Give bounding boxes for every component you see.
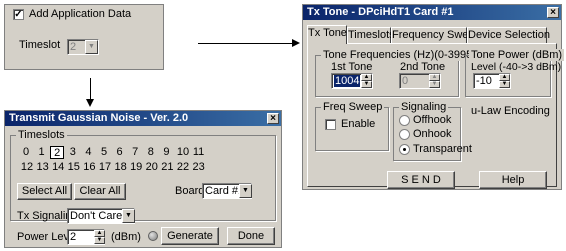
tone-frequencies-label: Tone Frequencies (Hz)(0-3995) xyxy=(321,49,478,61)
arrow-right-line xyxy=(198,43,293,44)
first-tone-label: 1st Tone xyxy=(331,61,373,73)
arrow-down-head xyxy=(86,99,94,107)
tx-signaling-value: Don't Care xyxy=(70,210,123,222)
enable-label: Enable xyxy=(341,118,376,130)
app-data-panel: ✓ Add Application Data Timeslot 2 ▼ xyxy=(4,4,164,70)
timeslot-cell[interactable]: 0 xyxy=(19,146,33,159)
level-value: -10 xyxy=(476,75,492,87)
timeslot-cell[interactable]: 3 xyxy=(66,146,80,159)
first-tone-up-icon[interactable]: ▲ xyxy=(361,74,372,81)
level-label: Level (-40->3 dBm) xyxy=(471,61,562,73)
timeslot-cell[interactable]: 1 xyxy=(35,146,49,159)
tab-device-selection-label: Device Selection xyxy=(468,29,550,41)
timeslot-cell[interactable]: 9 xyxy=(159,146,173,159)
level-up-icon[interactable]: ▲ xyxy=(499,74,510,81)
ulaw-encoding-label: u-Law Encoding xyxy=(471,105,550,117)
timeslot-cell[interactable]: 6 xyxy=(113,146,127,159)
timeslot-cell[interactable]: 14 xyxy=(50,161,66,174)
timeslot-cell[interactable]: 22 xyxy=(175,161,191,174)
enable-checkbox[interactable] xyxy=(325,119,336,130)
help-button[interactable]: Help xyxy=(479,171,547,189)
timeslot-cell[interactable]: 5 xyxy=(97,146,111,159)
second-tone-label: 2nd Tone xyxy=(400,61,446,73)
tx-signaling-dropdown-icon[interactable]: ▼ xyxy=(122,209,135,223)
offhook-radio[interactable] xyxy=(399,115,410,126)
signaling-label: Signaling xyxy=(399,101,449,113)
timeslot-cell[interactable]: 11 xyxy=(191,146,207,159)
timeslot-cell[interactable]: 21 xyxy=(159,161,175,174)
board-label: Board xyxy=(175,185,205,197)
gaussian-title: Transmit Gaussian Noise - Ver. 2.0 xyxy=(9,112,189,124)
tab-timeslots[interactable]: Timeslots xyxy=(347,27,395,43)
timeslot-cell[interactable]: 12 xyxy=(19,161,35,174)
onhook-radio[interactable] xyxy=(399,129,410,140)
transparent-label: Transparent xyxy=(413,143,472,155)
timeslot-cell[interactable]: 10 xyxy=(175,146,191,159)
timeslot-value: 2 xyxy=(70,41,77,53)
done-label: Done xyxy=(237,230,265,242)
timeslot-cell[interactable]: 16 xyxy=(81,161,97,174)
second-tone-value: 0 xyxy=(402,75,409,87)
generate-button[interactable]: Generate xyxy=(161,227,219,245)
tab-tx-tone-label: Tx Tone xyxy=(308,27,347,39)
board-dropdown-icon[interactable]: ▼ xyxy=(239,184,252,198)
power-level-up-icon[interactable]: ▲ xyxy=(94,230,105,237)
tab-device-selection[interactable]: Device Selection xyxy=(467,27,550,43)
second-tone-up-icon[interactable]: ▲ xyxy=(429,74,440,81)
timeslot-cell[interactable]: 2 xyxy=(50,146,65,159)
timeslot-cell[interactable]: 13 xyxy=(35,161,51,174)
offhook-label: Offhook xyxy=(413,114,452,126)
power-level-down-icon[interactable]: ▼ xyxy=(94,237,105,244)
tab-tx-tone[interactable]: Tx Tone xyxy=(307,25,347,44)
send-button[interactable]: S E N D xyxy=(387,171,455,189)
select-all-label: Select All xyxy=(21,185,68,197)
help-label: Help xyxy=(501,174,525,186)
clear-all-label: Clear All xyxy=(79,185,121,197)
gaussian-noise-window: Transmit Gaussian Noise - Ver. 2.0 × Tim… xyxy=(4,110,282,248)
onhook-label: Onhook xyxy=(413,128,452,140)
timeslot-dropdown-icon[interactable]: ▼ xyxy=(85,40,98,54)
tab-frequency-sweep[interactable]: Frequency Sweep xyxy=(391,27,481,43)
timeslot-cell[interactable]: 17 xyxy=(97,161,113,174)
tone-power-label: Tone Power (dBm) xyxy=(469,49,565,61)
clear-all-button[interactable]: Clear All xyxy=(74,183,126,200)
timeslot-cell[interactable]: 23 xyxy=(191,161,207,174)
timeslot-cell[interactable]: 8 xyxy=(144,146,158,159)
arrow-right-head xyxy=(292,39,300,47)
generate-label: Generate xyxy=(167,230,213,242)
add-app-data-checkbox[interactable]: ✓ xyxy=(13,9,24,20)
first-tone-value: 1004 xyxy=(334,75,361,87)
arrow-down-line xyxy=(90,78,91,100)
second-tone-down-icon[interactable]: ▼ xyxy=(429,81,440,88)
timeslot-cell[interactable]: 18 xyxy=(113,161,129,174)
level-down-icon[interactable]: ▼ xyxy=(499,81,510,88)
done-button[interactable]: Done xyxy=(227,227,275,245)
power-level-value: 2 xyxy=(70,231,77,243)
tx-tone-titlebar: Tx Tone - DPciHdT1 Card #1 xyxy=(303,5,561,20)
timeslot-cell[interactable]: 15 xyxy=(66,161,82,174)
timeslot-cell[interactable]: 20 xyxy=(144,161,160,174)
tx-tone-window: Tx Tone - DPciHdT1 Card #1 × Tx Tone Tim… xyxy=(302,4,565,190)
timeslot-cell[interactable]: 7 xyxy=(128,146,142,159)
close-icon[interactable]: × xyxy=(547,7,559,18)
gaussian-titlebar: Transmit Gaussian Noise - Ver. 2.0 xyxy=(5,111,281,126)
timeslot-label: Timeslot xyxy=(19,39,61,51)
add-app-data-label: Add Application Data xyxy=(29,8,132,20)
timeslots-group-label: Timeslots xyxy=(16,129,67,141)
close-icon[interactable]: × xyxy=(267,113,279,124)
transparent-radio[interactable] xyxy=(399,144,410,155)
timeslot-cell[interactable]: 4 xyxy=(81,146,95,159)
freq-sweep-label: Freq Sweep xyxy=(321,101,385,113)
timeslot-cell[interactable]: 19 xyxy=(128,161,144,174)
status-led-icon xyxy=(148,231,158,241)
power-unit-label: (dBm) xyxy=(111,231,141,243)
send-label: S E N D xyxy=(401,174,441,186)
first-tone-down-icon[interactable]: ▼ xyxy=(361,81,372,88)
select-all-button[interactable]: Select All xyxy=(17,183,72,200)
tab-timeslots-label: Timeslots xyxy=(348,29,395,41)
tx-tone-title: Tx Tone - DPciHdT1 Card #1 xyxy=(307,6,454,18)
